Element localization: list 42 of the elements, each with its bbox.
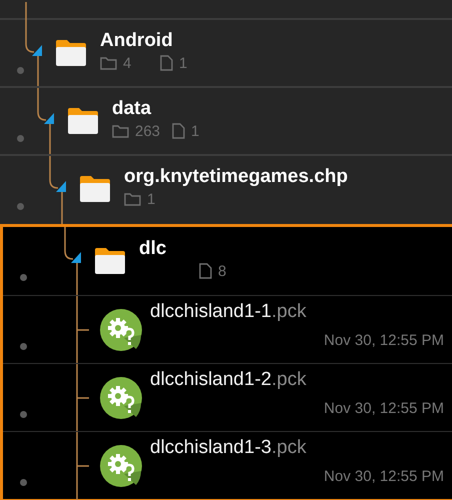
file-name: dlcchisland1-3.pck bbox=[150, 436, 308, 460]
folder-outline-icon bbox=[100, 56, 117, 70]
file-date: Nov 30, 12:55 PM bbox=[324, 332, 444, 349]
tree-connector bbox=[76, 364, 91, 432]
folder-icon bbox=[94, 247, 126, 275]
row-handle-dot[interactable] bbox=[17, 67, 24, 74]
tree-connector bbox=[76, 432, 91, 500]
file-count: 8 bbox=[218, 262, 226, 280]
tree-connector bbox=[49, 156, 68, 224]
row-handle-dot[interactable] bbox=[20, 343, 27, 350]
file-outline-icon bbox=[199, 263, 212, 279]
row-handle-dot[interactable] bbox=[20, 479, 27, 486]
file-name: dlcchisland1-2.pck bbox=[150, 368, 308, 392]
folder-count: 1 bbox=[147, 190, 156, 208]
folder-icon bbox=[55, 39, 87, 67]
folder-name: Android bbox=[100, 29, 174, 53]
tree-connector bbox=[76, 296, 91, 364]
folder-count: 263 bbox=[135, 122, 160, 140]
gear-question-icon bbox=[100, 308, 142, 350]
row-handle-dot[interactable] bbox=[17, 203, 24, 210]
folder-outline-icon bbox=[124, 192, 141, 206]
folder-icon bbox=[67, 107, 99, 135]
file-date: Nov 30, 12:55 PM bbox=[324, 400, 444, 417]
row-handle-dot[interactable] bbox=[20, 411, 27, 418]
gear-question-icon bbox=[100, 376, 142, 418]
gear-question-icon bbox=[100, 444, 142, 486]
file-count: 1 bbox=[179, 54, 188, 72]
tree-connector bbox=[64, 227, 83, 295]
row-handle-dot[interactable] bbox=[20, 274, 27, 281]
folder-outline-icon bbox=[112, 124, 129, 138]
file-date: Nov 30, 12:55 PM bbox=[324, 468, 444, 485]
folder-name: data bbox=[112, 97, 152, 121]
file-outline-icon bbox=[172, 123, 185, 139]
row-handle-dot[interactable] bbox=[17, 135, 24, 142]
tree-connector bbox=[37, 88, 56, 156]
file-outline-icon bbox=[160, 55, 173, 71]
file-count: 1 bbox=[191, 122, 200, 140]
file-name: dlcchisland1-1.pck bbox=[150, 300, 308, 324]
folder-name: dlc bbox=[139, 237, 168, 261]
folder-icon bbox=[79, 175, 111, 203]
folder-count: 4 bbox=[123, 54, 132, 72]
folder-name: org.knytetimegames.chp bbox=[124, 165, 348, 189]
